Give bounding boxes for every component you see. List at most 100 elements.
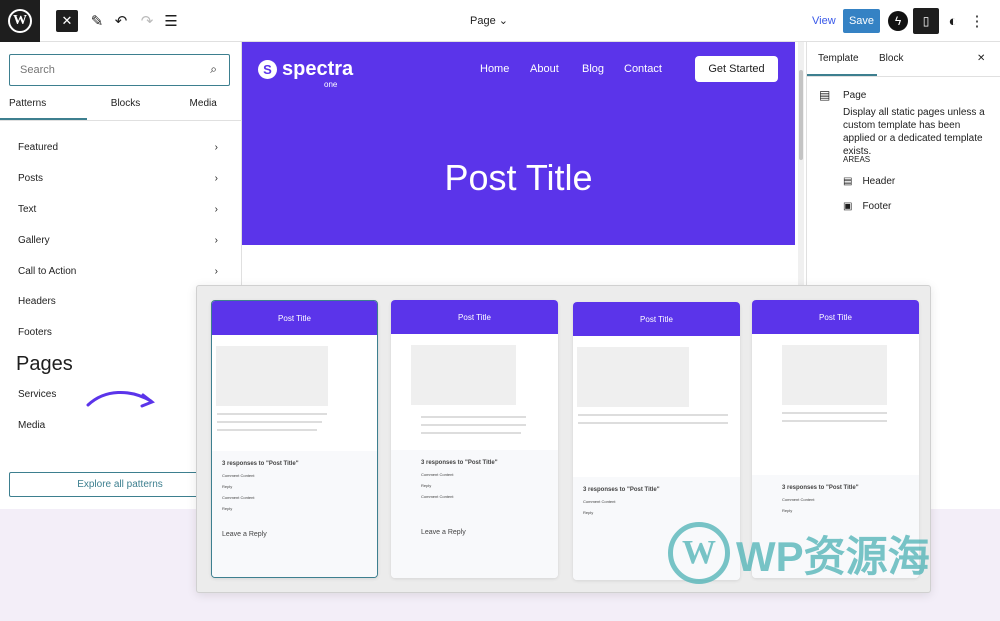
preview-responses: 3 responses to "Post Title" [782,485,859,491]
close-sidebar-icon[interactable]: ✕ [977,53,985,64]
preview-responses: 3 responses to "Post Title" [421,460,498,466]
chevron-down-icon: ⌄ [498,15,508,27]
preview-text-line [217,421,322,423]
preview-text-line [421,424,526,426]
nav-about[interactable]: About [530,63,559,75]
nav-blog[interactable]: Blog [582,63,604,75]
areas-label: AREAS [843,155,871,164]
tab-media[interactable]: Media [164,98,242,120]
preview-comment: Comment Content [421,472,454,477]
preview-comment: Comment Content [222,473,255,478]
preview-text-line [782,412,887,414]
category-label: Gallery [18,235,50,246]
get-started-button[interactable]: Get Started [695,56,778,82]
redo-icon[interactable]: ↷ [138,10,156,32]
preview-reply: Reply [222,484,233,489]
preview-comment: Comment Content [421,494,454,499]
category-posts[interactable]: Posts › [18,173,218,184]
category-label: Headers [18,296,56,307]
area-label: Footer [862,201,892,212]
preview-title: Post Title [212,301,377,335]
spectra-logo: Sspectra one [258,58,353,89]
preview-responses: 3 responses to "Post Title" [222,461,299,467]
tab-block[interactable]: Block [879,53,903,64]
spectra-icon[interactable]: ϟ [888,11,908,31]
category-label: Services [18,389,57,400]
preview-comment: Comment Content [583,499,616,504]
category-media[interactable]: Media [18,420,218,431]
category-headers[interactable]: Headers [18,296,218,307]
pattern-preview-card[interactable]: Post Title 3 responses to "Post Title" Co… [391,300,558,578]
preview-image-placeholder [577,347,689,407]
watermark-text: WP资源海 [736,532,930,580]
preview-text-line [578,422,728,424]
more-options-icon[interactable]: ⋮ [970,10,985,32]
search-placeholder: Search [20,64,55,76]
category-gallery[interactable]: Gallery › [18,235,218,246]
post-title[interactable]: Post Title [242,157,795,199]
category-services[interactable]: Services [18,389,218,400]
preview-reply: Reply [421,483,432,488]
preview-responses: 3 responses to "Post Title" [583,487,660,493]
view-button[interactable]: View [812,15,836,27]
tab-patterns[interactable]: Patterns [0,98,87,120]
tab-template[interactable]: Template [818,53,859,64]
area-label: Header [862,176,896,187]
divider [0,120,242,121]
chevron-right-icon: › [214,204,218,215]
category-label: Text [18,204,37,215]
preview-text-line [421,416,526,418]
preview-title: Post Title [391,300,558,334]
footer-icon: ▣ [843,201,853,212]
preview-image-placeholder [411,345,516,405]
area-footer[interactable]: ▣ Footer [843,201,891,212]
tab-blocks[interactable]: Blocks [87,98,165,120]
template-name: Page [843,90,867,101]
nav-home[interactable]: Home [480,63,509,75]
wordpress-logo-button[interactable]: W [0,0,40,42]
chevron-right-icon: › [214,266,218,277]
close-inserter-button[interactable]: ✕ [56,10,78,32]
document-title-dropdown[interactable]: Page ⌄ [470,14,508,27]
nav-contact[interactable]: Contact [624,63,662,75]
category-featured[interactable]: Featured › [18,142,218,153]
category-label: Footers [18,327,52,338]
document-title: Page [470,15,496,27]
undo-icon[interactable]: ↶ [112,10,130,32]
category-label: Media [18,420,46,431]
preview-text-line [421,432,521,434]
category-footers[interactable]: Footers [18,327,218,338]
chevron-right-icon: › [214,142,218,153]
preview-reply: Reply [782,508,793,513]
preview-comments: 3 responses to "Post Title" Comment Conte… [391,450,558,578]
preview-text-line [578,414,728,416]
category-label: Posts [18,173,44,184]
pattern-preview-card[interactable]: Post Title 3 responses to "Post Title" Co… [211,300,378,578]
preview-leave-reply: Leave a Reply [421,529,466,536]
save-button[interactable]: Save [843,9,880,33]
preview-leave-reply: Leave a Reply [222,531,267,538]
preview-comment: Comment Content [782,497,815,502]
area-header[interactable]: ▤ Header [843,176,895,187]
template-description: Display all static pages unless a custom… [843,107,985,157]
preview-reply: Reply [583,510,594,515]
preview-image-placeholder [216,346,328,406]
spectra-logo-icon: S [258,60,277,79]
category-call-to-action[interactable]: Call to Action › [18,266,218,277]
divider [807,76,1000,77]
preview-reply: Reply [222,506,233,511]
preview-text-line [217,413,327,415]
styles-icon[interactable]: ◐ [944,10,962,32]
category-label: Call to Action [18,266,77,277]
list-view-icon[interactable]: ☰ [162,10,180,32]
category-text[interactable]: Text › [18,204,218,215]
preview-title: Post Title [752,300,919,334]
search-input[interactable]: Search ⌕ [9,54,230,86]
settings-sidebar-icon[interactable]: ▯ [913,8,939,34]
chevron-right-icon: › [214,173,218,184]
category-pages[interactable]: Pages [16,353,73,376]
pencil-tool-icon[interactable]: ✎ [88,10,106,32]
preview-text-line [217,429,317,431]
preview-image-placeholder [782,345,887,405]
inserter-tabs: Patterns Blocks Media [0,98,242,120]
